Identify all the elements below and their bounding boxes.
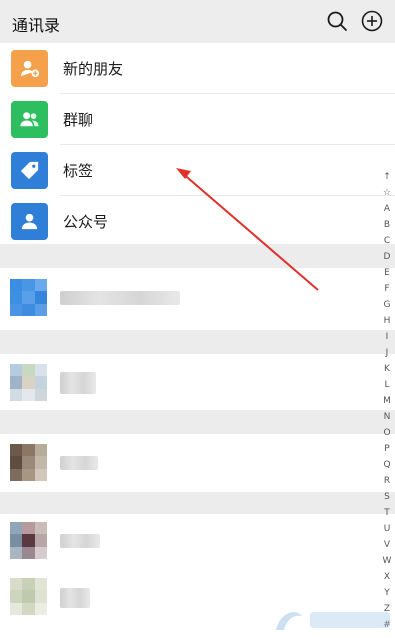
annotation-arrow [176,168,319,291]
watermark-logo [270,602,395,638]
